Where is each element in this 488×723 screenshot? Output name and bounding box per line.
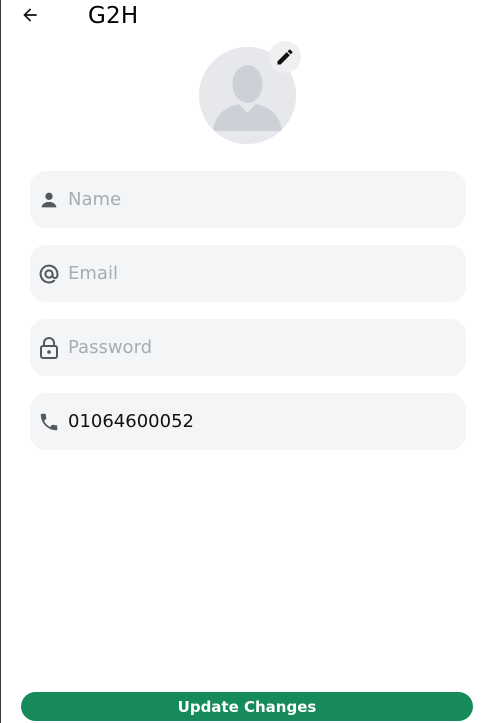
back-button[interactable] bbox=[17, 2, 43, 28]
update-changes-button[interactable]: Update Changes bbox=[21, 692, 473, 721]
edit-profile-screen: G2H Name Email 01064600052 Update Change… bbox=[0, 0, 488, 723]
email-input[interactable] bbox=[68, 263, 428, 284]
email-field[interactable] bbox=[30, 245, 466, 302]
name-field[interactable] bbox=[30, 171, 466, 228]
password-input[interactable] bbox=[68, 337, 428, 358]
phone-input[interactable] bbox=[68, 411, 428, 432]
phone-field[interactable] bbox=[30, 393, 466, 450]
pencil-icon bbox=[277, 49, 293, 65]
person-icon bbox=[37, 188, 61, 212]
phone-icon bbox=[37, 410, 61, 434]
top-bar: G2H bbox=[1, 0, 488, 34]
name-input[interactable] bbox=[68, 189, 428, 210]
avatar-container bbox=[199, 41, 301, 144]
arrow-left-icon bbox=[23, 8, 37, 22]
page-title: G2H bbox=[88, 3, 139, 29]
lock-icon bbox=[37, 336, 61, 360]
password-field[interactable] bbox=[30, 319, 466, 376]
edit-avatar-button[interactable] bbox=[269, 41, 301, 73]
at-sign-icon bbox=[37, 262, 61, 286]
